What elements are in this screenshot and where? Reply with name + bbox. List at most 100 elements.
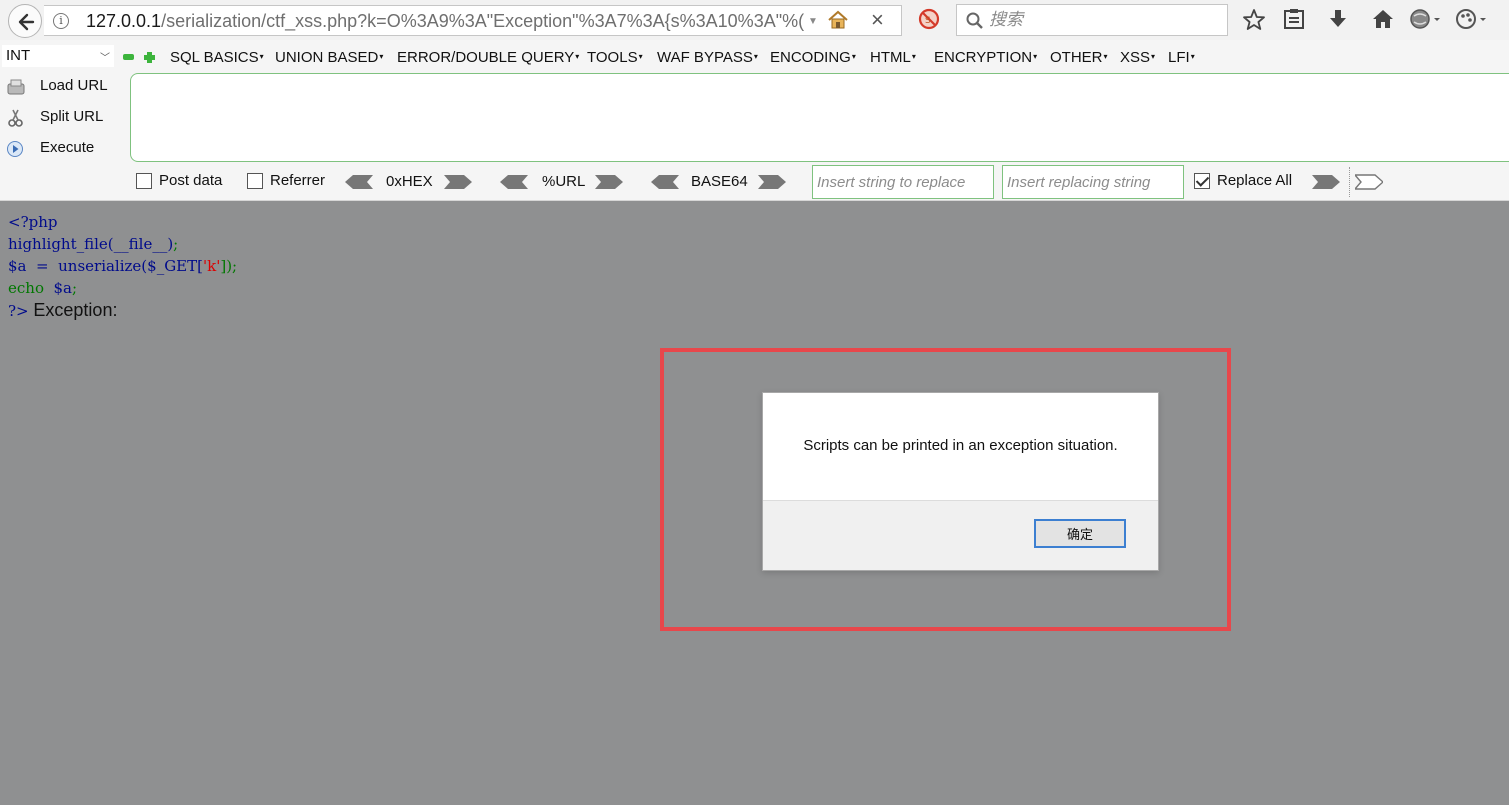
site-info-icon[interactable]: i (53, 13, 69, 29)
menu-waf-bypass[interactable]: WAF BYPASS▾ (657, 47, 758, 68)
menu-label: TOOLS (587, 49, 638, 66)
scissors-icon (8, 109, 23, 127)
load-url-label: Load URL (40, 77, 108, 94)
code-line: highlight_file(__file__); (8, 233, 237, 255)
post-data-checkbox[interactable] (136, 173, 152, 189)
code-punct: ; (173, 235, 179, 253)
code-line: echo $a; (8, 277, 237, 299)
menu-label: WAF BYPASS (657, 49, 753, 66)
url-bar[interactable]: i 127.0.0.1/serialization/ctf_xss.php?k=… (44, 5, 902, 36)
replace-all-checkbox[interactable] (1194, 173, 1210, 189)
increase-icon[interactable] (144, 52, 155, 63)
menu-label: UNION BASED (275, 49, 379, 66)
code-punct: ]); (220, 257, 238, 275)
decode-arrow-icon[interactable] (345, 174, 373, 190)
menu-encoding[interactable]: ENCODING▾ (770, 47, 856, 68)
alert-ok-button[interactable]: 确定 (1034, 519, 1126, 548)
encode-arrow-icon[interactable] (595, 174, 623, 190)
reading-list-icon[interactable] (1283, 8, 1305, 30)
menu-label: XSS (1120, 49, 1151, 66)
svg-text:S: S (925, 16, 931, 26)
home-icon[interactable] (1371, 8, 1395, 30)
caret-down-icon: ▾ (1190, 52, 1195, 61)
decrease-icon[interactable] (123, 54, 134, 60)
reverse-replace-arrow-icon[interactable] (1355, 174, 1383, 190)
menu-label: LFI (1168, 49, 1190, 66)
menu-sql-basics[interactable]: SQL BASICS▾ (170, 47, 264, 68)
code-line: <?php (8, 211, 237, 233)
menu-error-double-query[interactable]: ERROR/DOUBLE QUERY▾ (397, 47, 579, 68)
url-encoder: %URL (500, 172, 630, 194)
caret-down-icon: ▾ (1033, 52, 1038, 61)
chevron-down-icon[interactable]: ﹀ (100, 49, 110, 64)
code-keyword: echo (8, 279, 54, 297)
code-line: ?> Exception: (8, 299, 237, 321)
search-icon (966, 12, 983, 29)
palette-menu-icon[interactable] (1455, 8, 1489, 30)
globe-menu-icon[interactable] (1409, 8, 1443, 30)
url-text[interactable]: 127.0.0.1/serialization/ctf_xss.php?k=O%… (86, 9, 828, 33)
menu-label: HTML (870, 49, 911, 66)
url-path: /serialization/ctf_xss.php?k=O%3A9%3A"Ex… (161, 11, 805, 31)
caret-down-icon: ▾ (851, 52, 856, 61)
menu-label: ERROR/DOUBLE QUERY (397, 49, 575, 66)
alert-body: Scripts can be printed in an exception s… (763, 393, 1158, 501)
back-button[interactable] (8, 4, 42, 38)
back-arrow-icon (18, 13, 35, 31)
hex-label: 0xHEX (386, 173, 433, 190)
stop-icon[interactable]: × (871, 8, 884, 32)
menu-label: OTHER (1050, 49, 1103, 66)
encode-arrow-icon[interactable] (444, 174, 472, 190)
menu-encryption[interactable]: ENCRYPTION▾ (934, 47, 1037, 68)
bookmark-star-icon[interactable] (1242, 8, 1266, 32)
divider (1349, 167, 1350, 197)
load-url-icon (7, 79, 25, 95)
menu-tools[interactable]: TOOLS▾ (587, 47, 643, 68)
replacing-string-input[interactable] (1002, 165, 1184, 199)
alert-dialog: Scripts can be printed in an exception s… (762, 392, 1159, 571)
play-icon (7, 141, 23, 157)
menu-other[interactable]: OTHER▾ (1050, 47, 1108, 68)
menu-label: ENCODING (770, 49, 851, 66)
php-source-code: <?php highlight_file(__file__); $a = uns… (8, 211, 237, 321)
code-variable: $a (53, 279, 73, 297)
menu-lfi[interactable]: LFI▾ (1168, 47, 1195, 68)
hex-encoder: 0xHEX (345, 172, 475, 194)
menu-html[interactable]: HTML▾ (870, 47, 916, 68)
split-url-button[interactable]: Split URL (4, 105, 124, 131)
hackbar-panel: INT ﹀ SQL BASICS▾ UNION BASED▾ ERROR/DOU… (0, 40, 1509, 201)
menu-xss[interactable]: XSS▾ (1120, 47, 1155, 68)
browser-toolbar: i 127.0.0.1/serialization/ctf_xss.php?k=… (0, 0, 1509, 40)
php-open-tag: <?php (8, 213, 58, 231)
referrer-label: Referrer (270, 172, 326, 189)
caret-down-icon: ▾ (753, 52, 758, 61)
base64-label: BASE64 (691, 173, 748, 190)
replace-string-input[interactable] (812, 165, 994, 199)
search-input[interactable] (989, 5, 1219, 35)
caret-down-icon: ▾ (379, 52, 384, 61)
menu-union-based[interactable]: UNION BASED▾ (275, 47, 383, 68)
caret-down-icon: ▾ (1103, 52, 1108, 61)
referrer-checkbox[interactable] (247, 173, 263, 189)
execute-button[interactable]: Execute (4, 136, 124, 162)
injection-type-select[interactable]: INT (2, 45, 114, 67)
download-icon[interactable] (1327, 8, 1349, 30)
decode-arrow-icon[interactable] (651, 174, 679, 190)
encode-arrow-icon[interactable] (758, 174, 786, 190)
replace-all-label: Replace All (1217, 172, 1293, 189)
exception-output: Exception: (33, 300, 118, 320)
home-page-icon[interactable] (827, 10, 849, 30)
url-textarea[interactable] (130, 73, 1509, 162)
code-function-call: highlight_file(__file__) (8, 235, 174, 253)
code-string: 'k' (203, 257, 221, 275)
url-host: 127.0.0.1 (86, 11, 162, 31)
replace-arrow-icon[interactable] (1312, 174, 1340, 190)
noscript-icon[interactable]: S (918, 8, 940, 30)
url-history-dropdown-icon[interactable]: ▼ (808, 16, 818, 27)
caret-down-icon: ▾ (1151, 52, 1156, 61)
php-close-tag: ?> (8, 302, 29, 320)
search-bar[interactable] (956, 4, 1228, 36)
decode-arrow-icon[interactable] (500, 174, 528, 190)
load-url-button[interactable]: Load URL (4, 74, 124, 100)
caret-down-icon: ▾ (259, 52, 264, 61)
